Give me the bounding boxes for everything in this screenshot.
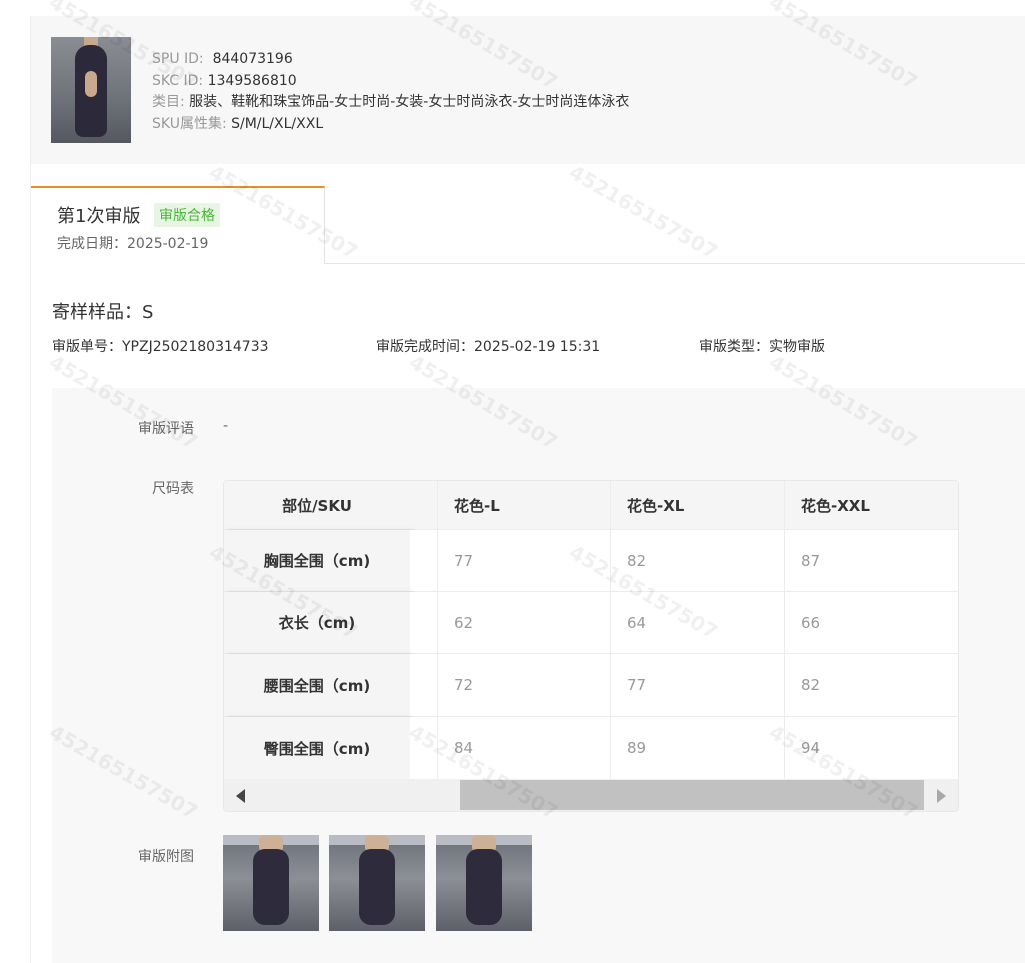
product-card: SPU ID: 844073196 SKC ID: 1349586810 类目:… <box>31 16 1025 164</box>
comment-label: 审版评语 <box>138 421 194 437</box>
row-gap <box>410 717 438 779</box>
row-gap <box>410 654 438 716</box>
row-gap <box>410 530 438 591</box>
product-thumbnail[interactable] <box>51 37 131 143</box>
skc-label: SKC ID: <box>152 72 204 89</box>
table-cell: 89 <box>611 717 785 779</box>
category-row: 类目: 服装、鞋靴和珠宝饰品-女士时尚-女装-女士时尚泳衣-女士时尚连体泳衣 <box>152 92 629 114</box>
table-cell: 72 <box>438 654 611 716</box>
scroll-right-arrow-icon[interactable] <box>937 789 946 803</box>
row-part-label: 腰围全围（cm) <box>224 654 410 716</box>
table-header-row: 部位/SKU 花色-L 花色-XL 花色-XXL <box>224 481 958 530</box>
header-col-l: 花色-L <box>438 481 611 529</box>
finish-time: 审版完成时间：2025-02-19 15:31 <box>376 339 601 355</box>
tab-date: 完成日期：2025-02-19 <box>57 236 209 252</box>
table-cell: 66 <box>801 613 821 632</box>
tab-title: 第1次审版 <box>57 206 141 227</box>
spu-row: SPU ID: 844073196 <box>152 49 629 71</box>
category-label: 类目: <box>152 94 185 110</box>
spu-value: 844073196 <box>212 51 293 67</box>
row-part-label: 臀围全围（cm) <box>224 717 410 779</box>
page-container: SPU ID: 844073196 SKC ID: 1349586810 类目:… <box>30 16 1025 963</box>
attachments-label: 审版附图 <box>138 849 194 865</box>
review-type: 审版类型：实物审版 <box>699 339 825 355</box>
review-detail-panel: 审版评语 - 尺码表 部位/SKU 花色-L 花色-XL 花色-XXL 胸围全围… <box>52 388 1025 963</box>
comment-value: - <box>223 418 229 434</box>
sku-value: S/M/L/XL/XXL <box>231 115 324 132</box>
header-col-xxl: 花色-XXL <box>785 481 958 529</box>
product-meta: SPU ID: 844073196 SKC ID: 1349586810 类目:… <box>152 49 629 135</box>
table-cell: 77 <box>611 654 785 716</box>
skc-value: 1349586810 <box>207 72 297 89</box>
size-table: 部位/SKU 花色-L 花色-XL 花色-XXL 胸围全围（cm) 77 82 … <box>223 480 959 812</box>
review-tabs: 第1次审版 审版合格 完成日期：2025-02-19 <box>31 186 1025 264</box>
sku-label: SKU属性集: <box>152 115 227 132</box>
table-row: 衣长（cm) 62 64 66 <box>224 592 958 654</box>
row-gap <box>410 592 438 653</box>
header-col-xl: 花色-XL <box>611 481 785 529</box>
scrollbar-thumb[interactable] <box>460 780 924 810</box>
table-cell: 62 <box>438 592 611 653</box>
status-badge: 审版合格 <box>154 203 220 227</box>
sample-title: 寄样样品：S <box>52 302 154 323</box>
skc-row: SKC ID: 1349586810 <box>152 71 629 93</box>
spu-label: SPU ID: <box>152 51 204 67</box>
table-cell: 77 <box>438 530 611 591</box>
table-cell: 87 <box>801 551 821 570</box>
order-number: 审版单号：YPZJ2502180314733 <box>52 339 269 355</box>
attachment-photo-3[interactable] <box>436 835 532 931</box>
table-row: 臀围全围（cm) 84 89 94 <box>224 717 958 779</box>
row-part-label: 衣长（cm) <box>224 592 410 653</box>
row-part-label: 胸围全围（cm) <box>224 530 410 591</box>
table-cell: 82 <box>801 676 821 694</box>
table-cell: 84 <box>438 717 611 779</box>
table-row: 腰围全围（cm) 72 77 82 <box>224 654 958 717</box>
sku-row: SKU属性集: S/M/L/XL/XXL <box>152 114 629 136</box>
size-table-label: 尺码表 <box>152 481 194 497</box>
table-row: 胸围全围（cm) 77 82 87 <box>224 530 958 592</box>
table-cell: 64 <box>611 592 785 653</box>
header-part-sku: 部位/SKU <box>224 481 410 529</box>
tab-review-1[interactable]: 第1次审版 审版合格 完成日期：2025-02-19 <box>31 186 325 264</box>
table-cell: 82 <box>611 530 785 591</box>
scroll-left-arrow-icon[interactable] <box>236 789 245 803</box>
attachment-photo-2[interactable] <box>329 835 425 931</box>
category-value: 服装、鞋靴和珠宝饰品-女士时尚-女装-女士时尚泳衣-女士时尚连体泳衣 <box>189 94 630 110</box>
table-cell: 94 <box>801 739 821 757</box>
table-horizontal-scrollbar[interactable] <box>224 779 958 811</box>
attachment-photo-1[interactable] <box>223 835 319 931</box>
header-gap <box>410 481 438 529</box>
